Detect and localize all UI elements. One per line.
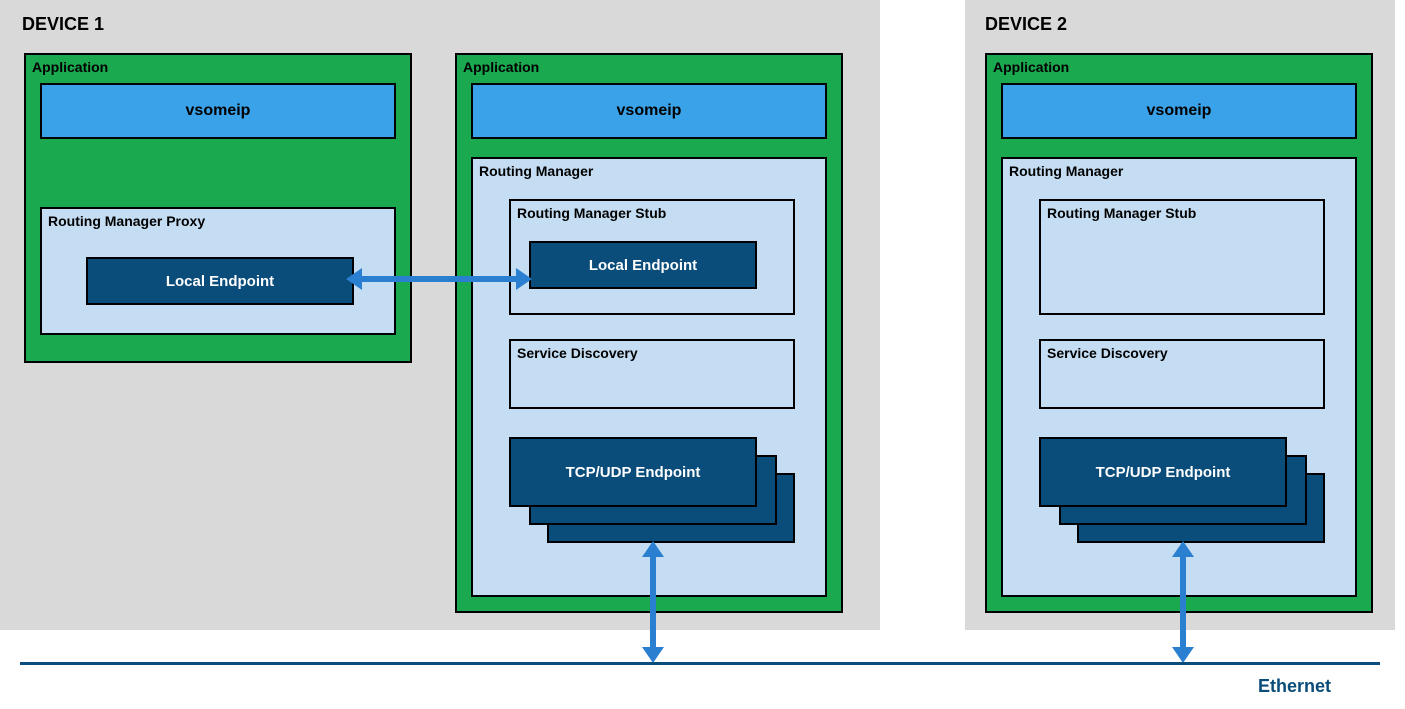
device2-tcpudp-endpoint: TCP/UDP Endpoint <box>1039 437 1287 507</box>
routing-manager-stub-label: Routing Manager Stub <box>517 205 666 221</box>
device2-app-label: Application <box>993 59 1069 75</box>
device1-service-discovery: Service Discovery <box>509 339 795 409</box>
device2-routing-manager-stub-label: Routing Manager Stub <box>1047 205 1196 221</box>
device1-app1-label: Application <box>32 59 108 75</box>
device1-app1: Application vsomeip Routing Manager Prox… <box>24 53 412 363</box>
ethernet-label: Ethernet <box>1258 676 1331 697</box>
device1-app1-routing-manager-proxy: Routing Manager Proxy Local Endpoint <box>40 207 396 335</box>
device1-app2-label: Application <box>463 59 539 75</box>
device1-service-discovery-label: Service Discovery <box>517 345 638 361</box>
ethernet-line <box>20 662 1380 665</box>
device2-vsomeip: vsomeip <box>1001 83 1357 139</box>
device2-routing-manager: Routing Manager Routing Manager Stub Ser… <box>1001 157 1357 597</box>
device2-service-discovery-label: Service Discovery <box>1047 345 1168 361</box>
device2-ethernet-arrow <box>1180 555 1186 649</box>
device1-routing-manager: Routing Manager Routing Manager Stub Loc… <box>471 157 827 597</box>
device1-app1-vsomeip: vsomeip <box>40 83 396 139</box>
device2-routing-manager-stub: Routing Manager Stub <box>1039 199 1325 315</box>
device1-app2-vsomeip: vsomeip <box>471 83 827 139</box>
device2-app: Application vsomeip Routing Manager Rout… <box>985 53 1373 613</box>
device1-routing-manager-stub: Routing Manager Stub Local Endpoint <box>509 199 795 315</box>
device-2-title: DEVICE 2 <box>985 14 1067 35</box>
device2-routing-manager-label: Routing Manager <box>1009 163 1123 179</box>
device1-app1-local-endpoint: Local Endpoint <box>86 257 354 305</box>
device2-service-discovery: Service Discovery <box>1039 339 1325 409</box>
device1-tcpudp-endpoint: TCP/UDP Endpoint <box>509 437 757 507</box>
device1-rms-local-endpoint: Local Endpoint <box>529 241 757 289</box>
device1-app2: Application vsomeip Routing Manager Rout… <box>455 53 843 613</box>
local-endpoint-arrow <box>360 276 518 282</box>
device-1-title: DEVICE 1 <box>22 14 104 35</box>
routing-manager-label: Routing Manager <box>479 163 593 179</box>
device1-ethernet-arrow <box>650 555 656 649</box>
routing-manager-proxy-label: Routing Manager Proxy <box>48 213 205 229</box>
